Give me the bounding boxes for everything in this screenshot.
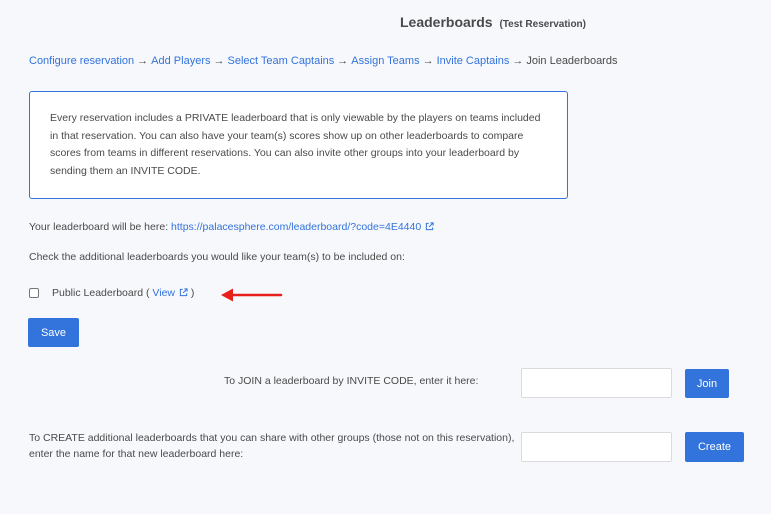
- create-label: To CREATE additional leaderboards that y…: [29, 432, 515, 460]
- check-prompt: Check the additional leaderboards you wo…: [29, 251, 405, 263]
- public-leaderboard-view-link[interactable]: View: [152, 287, 188, 299]
- leaderboard-url-row: Your leaderboard will be here: https://p…: [29, 221, 434, 233]
- breadcrumb-add-players[interactable]: Add Players: [151, 55, 210, 67]
- breadcrumb-invite-captains[interactable]: Invite Captains: [437, 55, 510, 67]
- close-paren: ): [190, 287, 195, 299]
- page-title: Leaderboards (Test Reservation): [400, 14, 586, 30]
- breadcrumb-assign-teams[interactable]: Assign Teams: [351, 55, 419, 67]
- breadcrumb-configure-reservation[interactable]: Configure reservation: [29, 55, 134, 67]
- join-label: To JOIN a leaderboard by INVITE CODE, en…: [224, 375, 479, 387]
- red-arrow-annotation-icon: [221, 288, 283, 302]
- public-leaderboard-label: Public Leaderboard: [52, 287, 144, 299]
- invite-code-input[interactable]: [521, 368, 672, 398]
- new-leaderboard-name-input[interactable]: [521, 432, 672, 462]
- public-leaderboard-row: Public Leaderboard ( View ): [29, 287, 194, 299]
- save-button[interactable]: Save: [28, 318, 79, 347]
- leaderboard-url-label: Your leaderboard will be here:: [29, 221, 169, 233]
- create-button[interactable]: Create: [685, 432, 744, 462]
- external-link-icon: [426, 222, 434, 231]
- join-button[interactable]: Join: [685, 369, 729, 398]
- page-subtitle: (Test Reservation): [499, 19, 586, 30]
- page-title-text: Leaderboards: [400, 14, 493, 30]
- breadcrumb-separator: →: [337, 55, 349, 67]
- info-box: Every reservation includes a PRIVATE lea…: [29, 91, 568, 199]
- leaderboard-url-link[interactable]: https://palacesphere.com/leaderboard/?co…: [171, 221, 434, 233]
- breadcrumb: Configure reservation → Add Players → Select…: [29, 55, 617, 67]
- external-link-icon: [179, 288, 188, 297]
- breadcrumb-separator: →: [422, 55, 434, 67]
- info-box-text: Every reservation includes a PRIVATE lea…: [50, 112, 541, 177]
- breadcrumb-separator: →: [512, 55, 524, 67]
- open-paren: (: [146, 287, 150, 299]
- breadcrumb-separator: →: [137, 55, 149, 67]
- view-link-text: View: [152, 287, 175, 299]
- breadcrumb-join-leaderboards: Join Leaderboards: [526, 55, 618, 67]
- public-leaderboard-checkbox[interactable]: [29, 288, 39, 298]
- breadcrumb-separator: →: [213, 55, 225, 67]
- breadcrumb-select-team-captains[interactable]: Select Team Captains: [227, 55, 334, 67]
- leaderboard-url-text: https://palacesphere.com/leaderboard/?co…: [171, 221, 422, 233]
